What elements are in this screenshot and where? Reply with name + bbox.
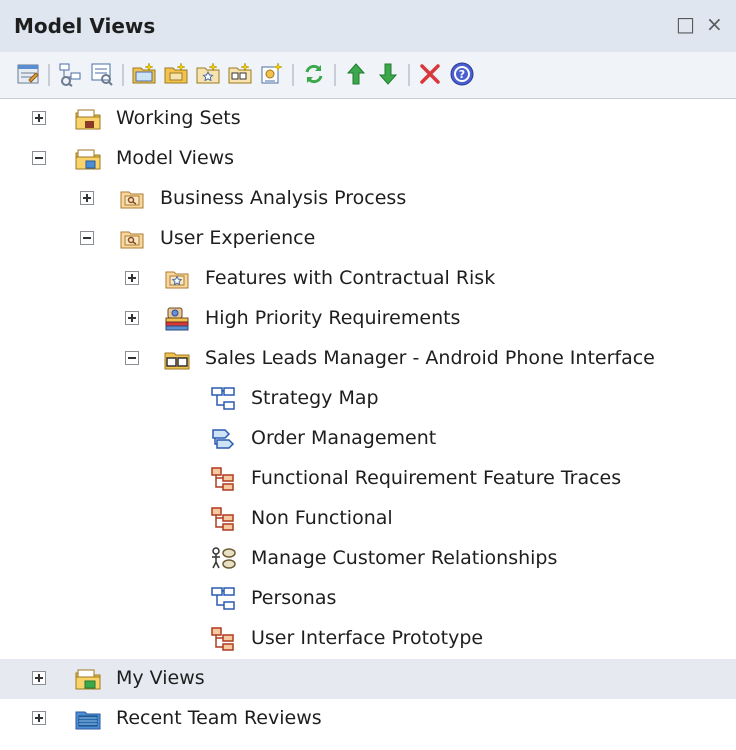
model-views-folder-icon [74,145,102,173]
expand-icon[interactable] [80,191,94,205]
team-reviews-folder-icon [74,705,102,733]
search-folder-icon [118,185,146,213]
expand-icon[interactable] [32,111,46,125]
tree-node[interactable]: Business Analysis Process [0,179,736,219]
tree-node-label: Recent Team Reviews [116,707,322,729]
delete-icon[interactable] [416,60,444,88]
use-case-diagram-icon [209,545,237,573]
tree-node[interactable]: Order Management [0,419,736,459]
new-search-folder-icon[interactable] [162,60,190,88]
panel-titlebar: Model Views □ × [0,0,736,52]
search-results-icon [163,305,191,333]
svg-text:?: ? [459,68,465,81]
tree-node[interactable]: My Views [0,659,736,699]
expand-icon[interactable] [32,711,46,725]
favorites-folder-icon [163,265,191,293]
tree-node[interactable]: User Interface Prototype [0,619,736,659]
restore-button[interactable]: □ [676,12,695,36]
toolbar: ? [0,52,736,98]
tree-node[interactable]: User Experience [0,219,736,259]
toolbar-separator [292,64,294,86]
tree-node[interactable]: Recent Team Reviews [0,699,736,739]
blue-diagram-icon [209,385,237,413]
tree-node-label: User Experience [160,227,316,249]
tree-node[interactable]: Model Views [0,139,736,179]
new-view-icon[interactable] [56,60,84,88]
toolbar-separator [408,64,410,86]
tree-node-label: My Views [116,667,205,689]
move-up-icon[interactable] [342,60,370,88]
new-diagram-icon[interactable] [258,60,286,88]
tree-node-label: Features with Contractual Risk [205,267,496,289]
toolbar-separator [334,64,336,86]
new-slideshow-icon[interactable] [226,60,254,88]
tree-node[interactable]: Non Functional [0,499,736,539]
requirements-diagram-icon [209,465,237,493]
toolbar-separator [122,64,124,86]
tree-node[interactable]: Sales Leads Manager - Android Phone Inte… [0,339,736,379]
tree-node[interactable]: Features with Contractual Risk [0,259,736,299]
tree-node-label: Order Management [251,427,437,449]
tree-node-label: Manage Customer Relationships [251,547,558,569]
collapse-icon[interactable] [80,231,94,245]
requirements-diagram-icon [209,625,237,653]
move-down-icon[interactable] [374,60,402,88]
expand-icon[interactable] [125,311,139,325]
tree-node-label: Personas [251,587,337,609]
expand-icon[interactable] [32,671,46,685]
tree-node[interactable]: Strategy Map [0,379,736,419]
tree-node[interactable]: Functional Requirement Feature Traces [0,459,736,499]
tree-node-label: Strategy Map [251,387,379,409]
process-diagram-icon [209,425,237,453]
working-sets-folder-icon [74,105,102,133]
tree-node[interactable]: High Priority Requirements [0,299,736,339]
help-icon[interactable]: ? [448,60,476,88]
new-favorites-icon[interactable] [194,60,222,88]
collapse-icon[interactable] [125,351,139,365]
slideshow-folder-icon [163,345,191,373]
my-views-folder-icon [74,665,102,693]
new-filtered-view-icon[interactable] [88,60,116,88]
new-folder-icon[interactable] [130,60,158,88]
tree-node-label: Business Analysis Process [160,187,407,209]
close-button[interactable]: × [706,12,723,36]
tree-node[interactable]: Personas [0,579,736,619]
properties-icon[interactable] [14,60,42,88]
panel-title: Model Views [14,14,156,38]
tree-node-label: Non Functional [251,507,393,529]
requirements-diagram-icon [209,505,237,533]
tree-node[interactable]: Manage Customer Relationships [0,539,736,579]
tree-node-label: Sales Leads Manager - Android Phone Inte… [205,347,655,369]
toolbar-separator [48,64,50,86]
search-folder-icon [118,225,146,253]
expand-icon[interactable] [125,271,139,285]
tree-node-label: High Priority Requirements [205,307,461,329]
blue-diagram-icon [209,585,237,613]
tree-node-label: Model Views [116,147,235,169]
tree-node[interactable]: Working Sets [0,99,736,139]
refresh-icon[interactable] [300,60,328,88]
tree-node-label: Functional Requirement Feature Traces [251,467,622,489]
tree-node-label: Working Sets [116,107,241,129]
model-views-panel: Model Views □ × ? Working Sets Model Vie… [0,0,736,750]
tree-node-label: User Interface Prototype [251,627,484,649]
collapse-icon[interactable] [32,151,46,165]
